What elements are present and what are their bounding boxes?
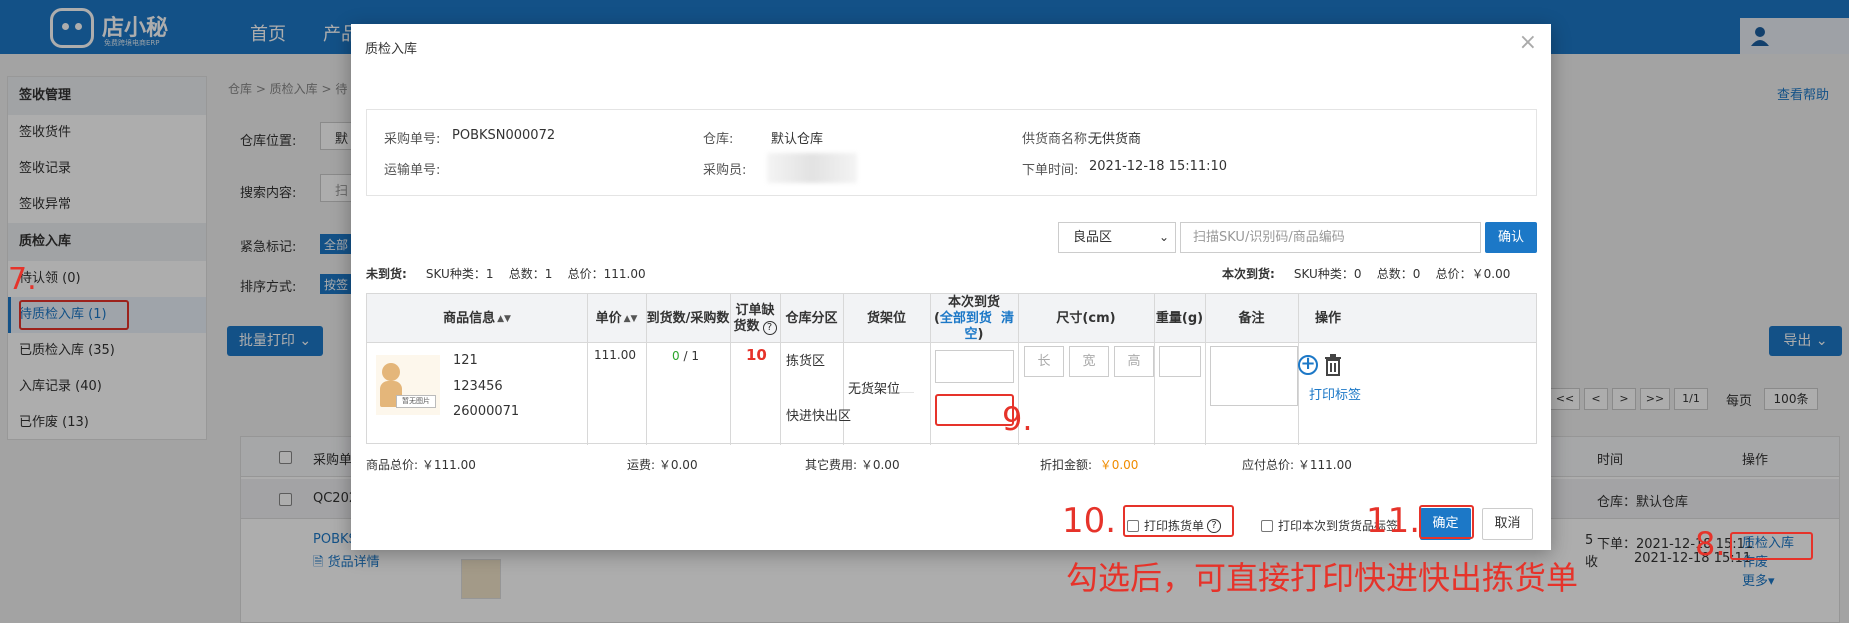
po-number-label: 采购单号: xyxy=(384,132,441,147)
sort-icon: ▲▼ xyxy=(623,313,638,324)
this-arrival-qty: 总数：0 xyxy=(1376,267,1421,281)
print-labels-checkbox[interactable] xyxy=(1261,519,1273,532)
product-image: 暂无图片 xyxy=(376,355,440,415)
cancel-button[interactable]: 取消 xyxy=(1482,508,1533,540)
arrived-qty: 0 xyxy=(672,349,680,363)
dialog-title: 质检入库 xyxy=(365,42,418,57)
product-line1: 121 xyxy=(453,353,478,368)
this-arrival-label: 本次到货: xyxy=(1222,267,1275,281)
highlight-box-10 xyxy=(1123,505,1234,537)
discount: 折扣金额: ￥0.00 xyxy=(1040,456,1138,473)
not-arrived-qty: 总数：1 xyxy=(508,267,553,281)
buyer-label: 采购员: xyxy=(703,163,747,178)
other-fees: 其它费用: ￥0.00 xyxy=(805,458,900,472)
scan-confirm-button[interactable]: 确认 xyxy=(1485,222,1537,253)
shipping-number-label: 运输单号: xyxy=(384,163,441,178)
discount-label: 折扣金额: xyxy=(1040,458,1093,472)
freight-total: 运费: ￥0.00 xyxy=(627,458,698,472)
highlight-box-8 xyxy=(1730,532,1813,560)
col-price[interactable]: 单价 ▲▼ xyxy=(587,294,646,343)
purchased-qty: 1 xyxy=(691,349,699,363)
warehouse-label: 仓库: xyxy=(703,132,734,147)
height-input[interactable]: 高 xyxy=(1114,346,1154,377)
chevron-down-icon: ⌄ xyxy=(1158,230,1169,244)
shortage-qty: 10 xyxy=(746,346,767,364)
qc-inbound-dialog: 质检入库 × 采购单号: POBKSN000072 仓库: 默认仓库 供货商名称… xyxy=(351,24,1551,550)
warehouse-value: 默认仓库 xyxy=(771,132,824,147)
this-arrival-sku: SKU种类：0 xyxy=(1293,267,1362,281)
annotation-7: 7. xyxy=(8,262,37,297)
col-shortage-line2: 货数 xyxy=(733,318,760,334)
close-icon[interactable]: × xyxy=(1519,30,1537,55)
product-line3: 26000071 xyxy=(453,404,520,419)
product-line2: 123456 xyxy=(453,379,503,394)
width-input[interactable]: 宽 xyxy=(1069,346,1109,377)
col-weight: 重量(g) xyxy=(1155,310,1204,326)
length-input[interactable]: 长 xyxy=(1024,346,1064,377)
sort-icon: ▲▼ xyxy=(497,313,511,324)
zone-select[interactable]: 良品区 ⌄ xyxy=(1058,222,1176,253)
note-textarea[interactable] xyxy=(1210,346,1298,406)
col-this-arrival-label: 本次到货 xyxy=(947,294,1000,310)
col-this-arrival: 本次到货 (全部到货 清空) xyxy=(930,294,1018,343)
not-arrived-sku: SKU种类：1 xyxy=(425,267,494,281)
no-image-label: 暂无图片 xyxy=(396,395,436,408)
col-product[interactable]: 商品信息 ▲▼ xyxy=(367,294,587,343)
col-product-label: 商品信息 xyxy=(443,310,496,326)
zone-pick: 拣货区 xyxy=(786,354,826,369)
this-arrival-summary: 本次到货: SKU种类：0 总数：0 总价：￥0.00 xyxy=(1222,265,1510,282)
print-label-link[interactable]: 打印标签 xyxy=(1309,384,1361,403)
annotation-10: 10. xyxy=(1062,501,1117,541)
zone-select-value: 良品区 xyxy=(1073,230,1113,245)
col-price-label: 单价 xyxy=(595,310,622,326)
this-arrival-input-pick[interactable] xyxy=(935,350,1014,383)
col-shortage: 订单缺 货数? xyxy=(730,294,780,343)
plus-circle-icon[interactable]: + xyxy=(1298,355,1318,375)
order-time-label: 下单时间: xyxy=(1022,163,1079,178)
not-arrived-summary: 未到货: SKU种类：1 总数：1 总价：111.00 xyxy=(366,265,646,282)
col-op: 操作 xyxy=(1314,310,1341,326)
col-note: 备注 xyxy=(1238,310,1265,326)
col-shelf: 货架位 xyxy=(866,310,906,326)
payable-total: 应付总价: ￥111.00 xyxy=(1242,458,1352,472)
discount-value: ￥0.00 xyxy=(1099,458,1139,472)
goods-total: 商品总价: ￥111.00 xyxy=(366,458,476,472)
trash-icon[interactable] xyxy=(1324,354,1342,376)
annotation-11: 11. xyxy=(1366,501,1421,541)
arrived-over-purchased: 0 / 1 xyxy=(672,349,699,363)
supplier-value: 无供货商 xyxy=(1089,132,1142,147)
col-shortage-line2-wrap: 货数? xyxy=(733,318,777,335)
col-arrived: 到货数/采购数 xyxy=(646,310,730,326)
shelf-value: 无货架位 xyxy=(848,382,901,397)
help-icon[interactable]: ? xyxy=(762,320,777,335)
highlight-box-11 xyxy=(1419,505,1474,539)
this-arrival-price: 总价：￥0.00 xyxy=(1435,267,1511,281)
placeholder-figure-icon xyxy=(382,363,400,381)
annotation-8: 8. xyxy=(1695,525,1726,563)
all-arrived-link[interactable]: 全部到货 xyxy=(940,311,992,326)
supplier-label: 供货商名称: xyxy=(1022,132,1092,147)
order-info-panel: 采购单号: POBKSN000072 仓库: 默认仓库 供货商名称: 无供货商 … xyxy=(366,109,1537,196)
buyer-value-redacted xyxy=(767,153,857,183)
arrival-items-table: 商品信息 ▲▼ 单价 ▲▼ 到货数/采购数 订单缺 货数? 仓库分区 货架位 本次到… xyxy=(366,293,1537,445)
unit-price: 111.00 xyxy=(594,348,636,362)
zone-fast: 快进快出区 xyxy=(786,409,852,424)
scan-sku-input[interactable]: 扫描SKU/识别码/商品编码 xyxy=(1180,222,1481,253)
weight-input[interactable] xyxy=(1159,346,1201,377)
annotation-note: 勾选后，可直接打印快进快出拣货单 xyxy=(1066,559,1579,597)
not-arrived-label: 未到货: xyxy=(366,267,407,281)
not-arrived-price: 总价：111.00 xyxy=(567,267,646,281)
col-this-arrival-actions: (全部到货 清空) xyxy=(933,310,1015,342)
col-shortage-line1: 订单缺 xyxy=(735,302,775,318)
annotation-9: 9. xyxy=(1002,400,1033,438)
col-size: 尺寸(cm) xyxy=(1056,310,1116,326)
order-time-value: 2021-12-18 15:11:10 xyxy=(1089,159,1228,174)
col-zone: 仓库分区 xyxy=(785,310,838,326)
po-number-value: POBKSN000072 xyxy=(452,128,556,143)
